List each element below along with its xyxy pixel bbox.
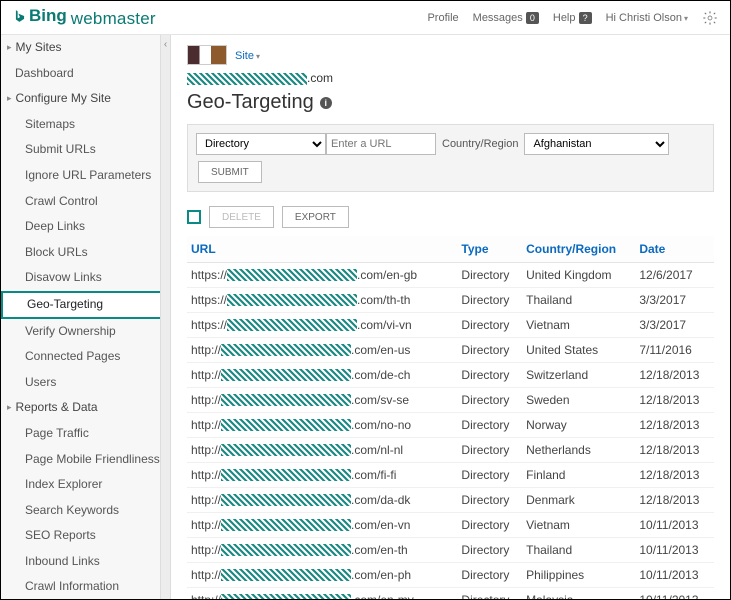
col-type[interactable]: Type	[457, 236, 522, 263]
sidebar-item[interactable]: Disavow Links	[1, 265, 170, 291]
table-row[interactable]: http://.com/en-thDirectoryThailand10/11/…	[187, 538, 714, 563]
region-label: Country/Region	[442, 138, 518, 150]
redacted-host	[221, 544, 351, 556]
redacted-host	[221, 444, 351, 456]
submit-button[interactable]: SUBMIT	[198, 161, 262, 183]
sidebar-item[interactable]: Configure My Site	[1, 86, 170, 112]
redacted-host	[227, 269, 357, 281]
table-row[interactable]: http://.com/nl-nlDirectoryNetherlands12/…	[187, 438, 714, 463]
nav-user[interactable]: Hi Christi Olson▾	[606, 12, 688, 24]
topbar: Bing webmaster Profile Messages 0 Help ?…	[1, 1, 730, 35]
sidebar-item[interactable]: Crawl Control	[1, 189, 170, 215]
sidebar-item[interactable]: Inbound Links	[1, 549, 170, 575]
gear-icon[interactable]	[702, 10, 718, 26]
brand-logo[interactable]: Bing webmaster	[13, 6, 156, 29]
sidebar-item[interactable]: Connected Pages	[1, 344, 170, 370]
table-row[interactable]: http://.com/fi-fiDirectoryFinland12/18/2…	[187, 463, 714, 488]
brand-product: webmaster	[71, 9, 156, 29]
sidebar-item[interactable]: Submit URLs	[1, 137, 170, 163]
site-selector[interactable]: Site▾	[235, 48, 260, 62]
nav-messages[interactable]: Messages 0	[473, 12, 539, 24]
redacted-host	[221, 394, 351, 406]
messages-badge: 0	[526, 12, 539, 24]
chevron-down-icon: ▾	[256, 52, 260, 61]
sidebar-item[interactable]: Crawl Information	[1, 574, 170, 599]
sidebar-item[interactable]: Page Traffic	[1, 421, 170, 447]
redacted-host	[227, 294, 357, 306]
redacted-host	[227, 319, 357, 331]
sidebar-item[interactable]: Page Mobile Friendliness	[1, 447, 170, 473]
redacted-host	[221, 419, 351, 431]
table-row[interactable]: http://.com/en-usDirectoryUnited States7…	[187, 338, 714, 363]
redacted-host	[221, 344, 351, 356]
sidebar-item[interactable]: Dashboard	[1, 61, 170, 87]
sidebar-item[interactable]: Deep Links	[1, 214, 170, 240]
sidebar-item[interactable]: Ignore URL Parameters	[1, 163, 170, 189]
redacted-host	[221, 569, 351, 581]
table-row[interactable]: http://.com/de-chDirectorySwitzerland12/…	[187, 363, 714, 388]
table-row[interactable]: http://.com/no-noDirectoryNorway12/18/20…	[187, 413, 714, 438]
help-badge: ?	[579, 12, 592, 24]
content: Site▾ .com Geo-Targeting i Directory Cou…	[171, 35, 730, 599]
col-date[interactable]: Date	[635, 236, 714, 263]
select-all-checkbox[interactable]	[187, 210, 201, 224]
redacted-host	[221, 369, 351, 381]
sidebar-item[interactable]: My Sites	[1, 35, 170, 61]
delete-button[interactable]: DELETE	[209, 206, 274, 228]
sidebar-item[interactable]: Index Explorer	[1, 472, 170, 498]
redacted-host	[221, 494, 351, 506]
chevron-down-icon: ▾	[684, 14, 688, 23]
url-input[interactable]	[326, 133, 436, 155]
redacted-host	[187, 73, 307, 85]
site-thumbnail	[187, 45, 227, 65]
sidebar-item[interactable]: Verify Ownership	[1, 319, 170, 345]
scope-select[interactable]: Directory	[196, 133, 326, 155]
redacted-host	[221, 594, 351, 599]
redacted-host	[221, 519, 351, 531]
sidebar-item[interactable]: Users	[1, 370, 170, 396]
table-row[interactable]: https://.com/vi-vnDirectoryVietnam3/3/20…	[187, 313, 714, 338]
sidebar: My SitesDashboardConfigure My SiteSitema…	[1, 35, 171, 599]
sidebar-item[interactable]: Search Keywords	[1, 498, 170, 524]
sidebar-item[interactable]: Sitemaps	[1, 112, 170, 138]
export-button[interactable]: EXPORT	[282, 206, 349, 228]
site-url: .com	[187, 71, 714, 85]
sidebar-item[interactable]: Reports & Data	[1, 395, 170, 421]
table-row[interactable]: http://.com/da-dkDirectoryDenmark12/18/2…	[187, 488, 714, 513]
table-row[interactable]: http://.com/en-myDirectoryMalaysia10/11/…	[187, 588, 714, 600]
table-row[interactable]: http://.com/en-phDirectoryPhilippines10/…	[187, 563, 714, 588]
table-row[interactable]: http://.com/en-vnDirectoryVietnam10/11/2…	[187, 513, 714, 538]
bing-icon	[13, 8, 27, 24]
sidebar-item[interactable]: Block URLs	[1, 240, 170, 266]
table-row[interactable]: https://.com/en-gbDirectoryUnited Kingdo…	[187, 263, 714, 288]
geo-form: Directory Country/Region Afghanistan SUB…	[187, 124, 714, 192]
geo-table: URL Type Country/Region Date https://.co…	[187, 236, 714, 599]
brand-bing: Bing	[29, 6, 67, 26]
nav-help[interactable]: Help ?	[553, 12, 592, 24]
page-title: Geo-Targeting i	[187, 91, 714, 114]
sidebar-collapse[interactable]: ‹	[160, 35, 170, 599]
nav-profile[interactable]: Profile	[427, 12, 458, 24]
col-region[interactable]: Country/Region	[522, 236, 635, 263]
info-icon[interactable]: i	[320, 97, 332, 109]
country-select[interactable]: Afghanistan	[524, 133, 669, 155]
sidebar-item[interactable]: SEO Reports	[1, 523, 170, 549]
table-row[interactable]: http://.com/sv-seDirectorySweden12/18/20…	[187, 388, 714, 413]
table-row[interactable]: https://.com/th-thDirectoryThailand3/3/2…	[187, 288, 714, 313]
sidebar-item[interactable]: Geo-Targeting	[1, 291, 170, 319]
col-url[interactable]: URL	[187, 236, 457, 263]
redacted-host	[221, 469, 351, 481]
